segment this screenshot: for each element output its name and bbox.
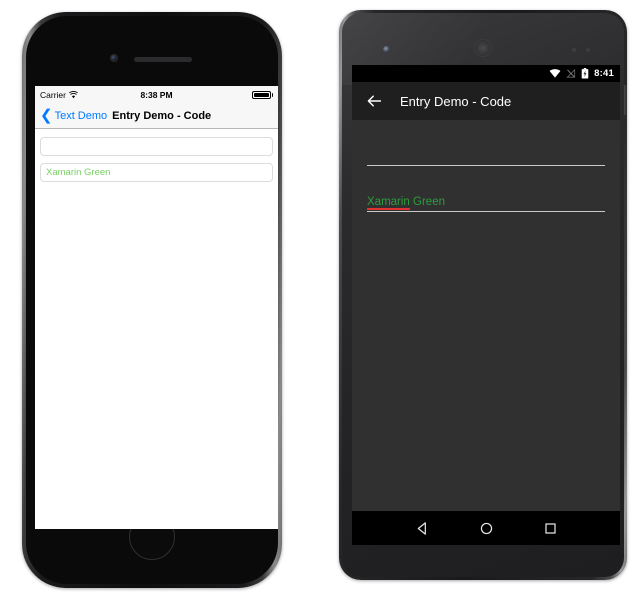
- android-navigation-bar: [352, 511, 620, 545]
- ios-status-bar: Carrier 8:38 PM: [35, 86, 278, 103]
- arrow-left-icon[interactable]: [366, 93, 382, 109]
- battery-charging-icon: [581, 68, 589, 79]
- front-camera-icon: [110, 54, 118, 62]
- wifi-icon: [549, 69, 561, 78]
- square-recents-icon[interactable]: [543, 521, 558, 536]
- signal-no-sim-icon: [566, 69, 576, 78]
- android-bezel: 8:41 Entry Demo - Code Xamarin Green: [342, 13, 627, 577]
- ios-entry-green-text: Xamarin Green: [46, 167, 111, 178]
- circle-home-icon[interactable]: [479, 521, 494, 536]
- page-title: Entry Demo - Code: [400, 93, 512, 109]
- ios-entry-empty[interactable]: [40, 137, 273, 156]
- spellcheck-word: Xamarin: [367, 196, 410, 210]
- earpiece-speaker-icon: [474, 39, 492, 57]
- front-camera-icon: [383, 46, 390, 53]
- earpiece-speaker-icon: [134, 57, 192, 62]
- ios-navigation-bar: ❮ Text Demo Entry Demo - Code: [35, 103, 278, 129]
- chevron-left-icon: ❮: [40, 107, 53, 124]
- status-time: 8:41: [594, 68, 614, 79]
- iphone-device-frame: Carrier 8:38 PM ❮ Text Demo Entry Demo -…: [22, 12, 282, 588]
- ios-entry-xamarin-green[interactable]: Xamarin Green: [40, 163, 273, 182]
- ios-screen: Carrier 8:38 PM ❮ Text Demo Entry Demo -…: [35, 86, 278, 529]
- back-button-label: Text Demo: [54, 109, 108, 122]
- back-button[interactable]: ❮ Text Demo: [40, 108, 107, 123]
- power-button[interactable]: [624, 85, 627, 115]
- android-toolbar: Entry Demo - Code: [352, 82, 620, 120]
- android-device-frame: 8:41 Entry Demo - Code Xamarin Green: [339, 10, 627, 580]
- status-time: 8:38 PM: [140, 89, 173, 100]
- android-entry-green-text: Xamarin Green: [367, 196, 445, 210]
- proximity-sensor-icon: [572, 48, 576, 52]
- android-screen: 8:41 Entry Demo - Code Xamarin Green: [352, 65, 620, 545]
- triangle-back-icon[interactable]: [415, 521, 430, 536]
- android-status-bar: 8:41: [352, 65, 620, 82]
- page-title: Entry Demo - Code: [112, 109, 212, 122]
- light-sensor-icon: [586, 48, 590, 52]
- android-content-area: Xamarin Green: [352, 120, 620, 511]
- android-entry-green-rest: Green: [409, 196, 445, 208]
- android-entry-xamarin-green[interactable]: Xamarin Green: [367, 186, 605, 212]
- iphone-bezel: Carrier 8:38 PM ❮ Text Demo Entry Demo -…: [26, 16, 278, 584]
- android-entry-empty[interactable]: [367, 140, 605, 166]
- ios-content-area: Xamarin Green: [35, 129, 278, 529]
- screenshot-stage: Carrier 8:38 PM ❮ Text Demo Entry Demo -…: [0, 0, 644, 600]
